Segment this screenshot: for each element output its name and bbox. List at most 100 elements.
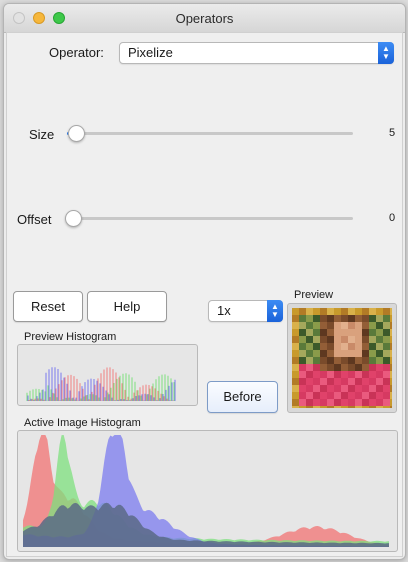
preview-pixel bbox=[306, 364, 313, 371]
preview-pixel bbox=[320, 357, 327, 364]
preview-pixel bbox=[334, 322, 341, 329]
preview-histogram-box bbox=[17, 344, 198, 406]
preview-pixel bbox=[348, 357, 355, 364]
preview-pixel bbox=[292, 406, 299, 408]
preview-pixel bbox=[299, 336, 306, 343]
preview-pixel bbox=[369, 315, 376, 322]
preview-pixel bbox=[320, 315, 327, 322]
offset-slider-knob[interactable] bbox=[65, 210, 82, 227]
preview-pixel bbox=[390, 357, 392, 364]
operator-popup[interactable]: Pixelize ▲ ▼ bbox=[119, 42, 394, 64]
preview-pixel bbox=[299, 406, 306, 408]
help-button[interactable]: Help bbox=[87, 291, 167, 322]
preview-pixel bbox=[383, 343, 390, 350]
preview-pixel bbox=[348, 329, 355, 336]
preview-pixel bbox=[313, 308, 320, 315]
active-histogram-plot bbox=[23, 435, 389, 547]
preview-pixel bbox=[362, 308, 369, 315]
preview-pixel bbox=[327, 371, 334, 378]
reset-button[interactable]: Reset bbox=[13, 291, 83, 322]
preview-pixel bbox=[376, 371, 383, 378]
preview-pixel bbox=[369, 343, 376, 350]
preview-pixel bbox=[341, 385, 348, 392]
preview-pixel bbox=[320, 350, 327, 357]
chevron-up-down-icon: ▲ ▼ bbox=[378, 42, 394, 64]
offset-label: Offset bbox=[17, 212, 52, 227]
preview-pixel bbox=[362, 315, 369, 322]
preview-pixel bbox=[362, 385, 369, 392]
preview-pixel bbox=[355, 315, 362, 322]
preview-pixel bbox=[299, 315, 306, 322]
preview-pixel bbox=[376, 336, 383, 343]
size-slider-track[interactable] bbox=[67, 132, 353, 135]
preview-pixel bbox=[313, 406, 320, 408]
preview-pixel bbox=[383, 308, 390, 315]
zoom-popup[interactable]: 1x ▲ ▼ bbox=[208, 300, 283, 322]
offset-slider-track[interactable] bbox=[67, 217, 353, 220]
preview-pixel bbox=[334, 336, 341, 343]
preview-pixel bbox=[313, 399, 320, 406]
preview-pixel bbox=[320, 392, 327, 399]
preview-pixel bbox=[306, 336, 313, 343]
preview-pixel bbox=[355, 392, 362, 399]
preview-pixel bbox=[306, 350, 313, 357]
preview-pixel bbox=[327, 399, 334, 406]
preview-pixel bbox=[292, 399, 299, 406]
preview-pixel bbox=[341, 357, 348, 364]
preview-pixel bbox=[362, 329, 369, 336]
size-label: Size bbox=[29, 127, 55, 142]
preview-pixel bbox=[390, 364, 392, 371]
preview-pixel bbox=[292, 385, 299, 392]
preview-pixel bbox=[327, 308, 334, 315]
preview-pixel bbox=[390, 322, 392, 329]
preview-pixel bbox=[383, 406, 390, 408]
preview-pixel bbox=[320, 322, 327, 329]
preview-pixel bbox=[292, 322, 299, 329]
preview-pixel bbox=[334, 399, 341, 406]
preview-pixel bbox=[327, 322, 334, 329]
preview-pixel bbox=[348, 322, 355, 329]
preview-pixel bbox=[348, 315, 355, 322]
preview-pixel bbox=[313, 322, 320, 329]
preview-pixel bbox=[334, 343, 341, 350]
preview-pixel bbox=[369, 399, 376, 406]
preview-pixel bbox=[320, 336, 327, 343]
preview-pixel bbox=[320, 343, 327, 350]
preview-pixel bbox=[369, 385, 376, 392]
preview-pixel bbox=[327, 364, 334, 371]
preview-pixel bbox=[369, 406, 376, 408]
preview-pixel bbox=[306, 385, 313, 392]
preview-pixel bbox=[299, 399, 306, 406]
preview-pixel bbox=[348, 371, 355, 378]
preview-pixel bbox=[306, 315, 313, 322]
preview-pixel bbox=[327, 315, 334, 322]
preview-pixel bbox=[313, 392, 320, 399]
operators-panel: Operator: Pixelize ▲ ▼ Size 5 Offset 0 Re… bbox=[6, 32, 403, 557]
before-button[interactable]: Before bbox=[207, 381, 278, 413]
preview-pixel bbox=[313, 378, 320, 385]
preview-pixel bbox=[376, 350, 383, 357]
preview-pixel bbox=[306, 322, 313, 329]
operator-label: Operator: bbox=[49, 45, 104, 60]
preview-pixel bbox=[390, 385, 392, 392]
preview-pixel bbox=[383, 336, 390, 343]
preview-pixel bbox=[327, 343, 334, 350]
preview-pixel bbox=[306, 308, 313, 315]
operators-window: Operators Operator: Pixelize ▲ ▼ Size 5 O… bbox=[3, 3, 406, 560]
preview-pixel bbox=[383, 385, 390, 392]
preview-pixel bbox=[341, 392, 348, 399]
preview-pixel bbox=[299, 357, 306, 364]
preview-pixel bbox=[369, 329, 376, 336]
preview-pixel bbox=[341, 329, 348, 336]
preview-pixel bbox=[334, 308, 341, 315]
preview-pixel bbox=[320, 378, 327, 385]
preview-pixel bbox=[362, 364, 369, 371]
preview-pixel bbox=[376, 308, 383, 315]
preview-pixel bbox=[306, 371, 313, 378]
preview-pixel bbox=[355, 364, 362, 371]
preview-pixel bbox=[390, 308, 392, 315]
size-slider-knob[interactable] bbox=[68, 125, 85, 142]
preview-pixel bbox=[320, 308, 327, 315]
preview-label: Preview bbox=[294, 289, 334, 301]
preview-pixel bbox=[341, 336, 348, 343]
